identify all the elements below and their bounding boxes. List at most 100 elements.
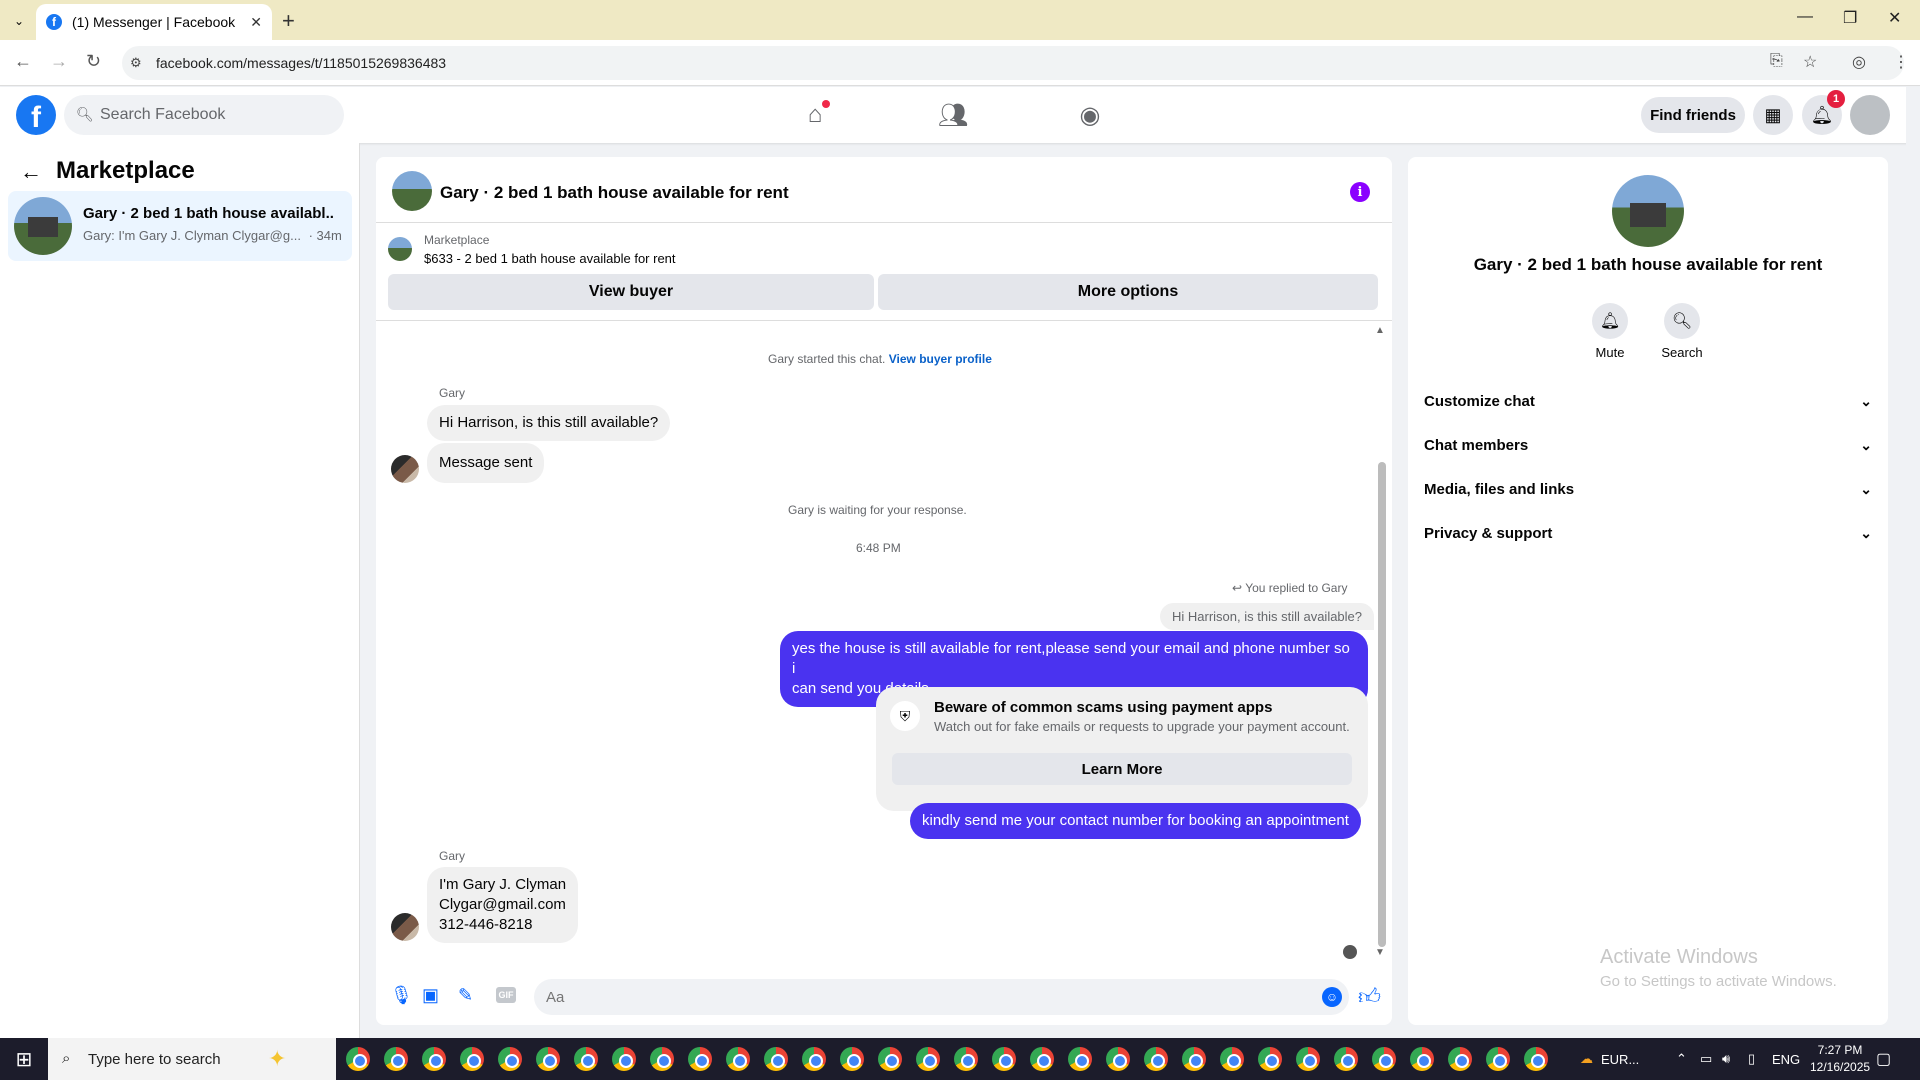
tray-chevron-icon[interactable]: ⌃ xyxy=(1676,1038,1687,1080)
chrome-taskbar-icon[interactable] xyxy=(1296,1047,1320,1071)
tab-search-icon[interactable]: ⌄ xyxy=(8,10,30,32)
profile-icon[interactable]: ◎ xyxy=(1852,52,1866,72)
reload-icon[interactable]: ↻ xyxy=(86,51,101,72)
account-avatar[interactable] xyxy=(1850,95,1890,135)
chrome-taskbar-icon[interactable] xyxy=(1410,1047,1434,1071)
section-customize-chat[interactable]: Customize chat ⌄ xyxy=(1424,383,1872,419)
chrome-taskbar-icon[interactable] xyxy=(1486,1047,1510,1071)
chrome-taskbar-icon[interactable] xyxy=(346,1047,370,1071)
listing-price-title[interactable]: $633 - 2 bed 1 bath house available for … xyxy=(424,251,676,266)
message-input[interactable] xyxy=(534,979,1349,1015)
search-highlight-icon[interactable]: ✦ xyxy=(268,1046,286,1072)
friends-icon[interactable]: 👥︎ xyxy=(933,99,973,131)
url-field[interactable]: facebook.com/messages/t/1185015269836483 xyxy=(122,46,1904,80)
find-friends-button[interactable]: Find friends xyxy=(1641,97,1745,133)
chrome-taskbar-icon[interactable] xyxy=(802,1047,826,1071)
chrome-taskbar-icon[interactable] xyxy=(992,1047,1016,1071)
menu-kebab-icon[interactable]: ⋮ xyxy=(1893,52,1909,72)
battery-icon[interactable]: ▯ xyxy=(1748,1038,1755,1080)
system-clock[interactable]: 7:27 PM 12/16/2025 xyxy=(1810,1042,1870,1076)
chrome-taskbar-icon[interactable] xyxy=(650,1047,674,1071)
sender-avatar[interactable] xyxy=(391,455,419,483)
back-arrow-icon[interactable]: ← xyxy=(20,159,42,185)
section-privacy-support[interactable]: Privacy & support ⌄ xyxy=(1424,515,1872,551)
install-app-icon[interactable]: ⎘ xyxy=(1770,52,1783,70)
volume-icon[interactable]: 🔊︎ xyxy=(1722,1038,1730,1080)
section-media-files-links[interactable]: Media, files and links ⌄ xyxy=(1424,471,1872,507)
search-in-chat-button[interactable]: 🔍︎ Search xyxy=(1652,303,1712,360)
page-scrollbar[interactable] xyxy=(1906,87,1920,1038)
outgoing-message[interactable]: kindly send me your contact number for b… xyxy=(910,803,1361,839)
chrome-taskbar-icon[interactable] xyxy=(1144,1047,1168,1071)
chrome-taskbar-icon[interactable] xyxy=(422,1047,446,1071)
learn-more-button[interactable]: Learn More xyxy=(892,753,1352,785)
forward-icon[interactable]: → xyxy=(50,51,68,72)
thumbs-up-icon[interactable]: 👍︎ xyxy=(1358,983,1381,1010)
chrome-taskbar-icon[interactable] xyxy=(574,1047,598,1071)
photo-icon[interactable]: ▣ xyxy=(422,985,439,1006)
chrome-taskbar-icon[interactable] xyxy=(1030,1047,1054,1071)
chat-listing-thumbnail[interactable] xyxy=(392,171,432,211)
view-buyer-profile-link[interactable]: View buyer profile xyxy=(889,352,992,366)
close-tab-icon[interactable]: ✕ xyxy=(250,14,262,31)
mute-button[interactable]: 🔔︎ Mute xyxy=(1580,303,1640,360)
chrome-taskbar-icon[interactable] xyxy=(1106,1047,1130,1071)
chrome-taskbar-icon[interactable] xyxy=(916,1047,940,1071)
incoming-message[interactable]: I'm Gary J. Clyman Clygar@gmail.com 312-… xyxy=(427,867,579,943)
section-chat-members[interactable]: Chat members ⌄ xyxy=(1424,427,1872,463)
minimize-icon[interactable]: — xyxy=(1797,8,1813,26)
site-info-icon[interactable]: ⚙ xyxy=(130,55,142,71)
incoming-message[interactable]: Message sent xyxy=(427,443,545,483)
chrome-taskbar-icon[interactable] xyxy=(1068,1047,1092,1071)
windows-start-icon[interactable]: ⊞ xyxy=(0,1038,48,1080)
conversation-item[interactable]: Gary · 2 bed 1 bath house availabl... Ga… xyxy=(8,191,352,261)
menu-grid-icon[interactable]: ▦ xyxy=(1753,95,1793,135)
close-window-icon[interactable]: ✕ xyxy=(1888,8,1901,28)
sticker-icon[interactable]: ✎ xyxy=(458,985,473,1006)
quoted-message[interactable]: Hi Harrison, is this still available? xyxy=(1160,603,1375,630)
weather-widget[interactable]: ☁ EUR... xyxy=(1580,1038,1639,1080)
taskbar-search-box[interactable]: ⌕ Type here to search xyxy=(48,1038,336,1080)
emoji-icon[interactable]: ☺ xyxy=(1322,987,1342,1007)
chrome-taskbar-icon[interactable] xyxy=(1220,1047,1244,1071)
scroll-down-icon[interactable]: ▼ xyxy=(1375,947,1385,958)
chrome-taskbar-icon[interactable] xyxy=(1258,1047,1282,1071)
chrome-taskbar-icon[interactable] xyxy=(954,1047,978,1071)
chrome-taskbar-icon[interactable] xyxy=(1372,1047,1396,1071)
sender-avatar[interactable] xyxy=(391,913,419,941)
notification-center-icon[interactable]: ▢ xyxy=(1876,1038,1891,1080)
chrome-taskbar-icon[interactable] xyxy=(840,1047,864,1071)
language-indicator[interactable]: ENG xyxy=(1772,1038,1800,1080)
chrome-taskbar-icon[interactable] xyxy=(726,1047,750,1071)
new-tab-icon[interactable]: + xyxy=(282,8,295,34)
chrome-taskbar-icon[interactable] xyxy=(1334,1047,1358,1071)
chrome-taskbar-icon[interactable] xyxy=(1524,1047,1548,1071)
chrome-taskbar-icon[interactable] xyxy=(384,1047,408,1071)
chrome-taskbar-icon[interactable] xyxy=(878,1047,902,1071)
more-options-button[interactable]: More options xyxy=(878,274,1378,310)
restore-icon[interactable]: ❐ xyxy=(1843,8,1857,28)
chrome-taskbar-icon[interactable] xyxy=(498,1047,522,1071)
facebook-logo[interactable]: f xyxy=(16,95,56,135)
chrome-taskbar-icon[interactable] xyxy=(1182,1047,1206,1071)
bookmark-star-icon[interactable]: ☆ xyxy=(1803,52,1817,72)
groups-icon[interactable]: ◉ xyxy=(1070,99,1110,131)
network-icon[interactable]: ▭ xyxy=(1700,1038,1712,1080)
browser-tab[interactable]: f (1) Messenger | Facebook ✕ xyxy=(36,4,272,40)
scroll-up-icon[interactable]: ▲ xyxy=(1375,325,1385,336)
microphone-icon[interactable]: 🎙︎ xyxy=(390,985,413,1006)
chrome-taskbar-icon[interactable] xyxy=(764,1047,788,1071)
info-icon[interactable]: i xyxy=(1350,182,1370,202)
chat-scrollbar[interactable] xyxy=(1378,462,1386,947)
back-icon[interactable]: ← xyxy=(14,51,32,72)
chrome-taskbar-icon[interactable] xyxy=(1448,1047,1472,1071)
facebook-search-input[interactable]: 🔍︎ Search Facebook xyxy=(64,95,344,135)
chrome-taskbar-icon[interactable] xyxy=(460,1047,484,1071)
chrome-taskbar-icon[interactable] xyxy=(536,1047,560,1071)
chrome-taskbar-icon[interactable] xyxy=(688,1047,712,1071)
chat-title[interactable]: Gary · 2 bed 1 bath house available for … xyxy=(440,183,789,203)
view-buyer-button[interactable]: View buyer xyxy=(388,274,874,310)
listing-photo[interactable] xyxy=(1612,175,1684,247)
incoming-message[interactable]: Hi Harrison, is this still available? xyxy=(427,405,671,441)
chrome-taskbar-icon[interactable] xyxy=(612,1047,636,1071)
